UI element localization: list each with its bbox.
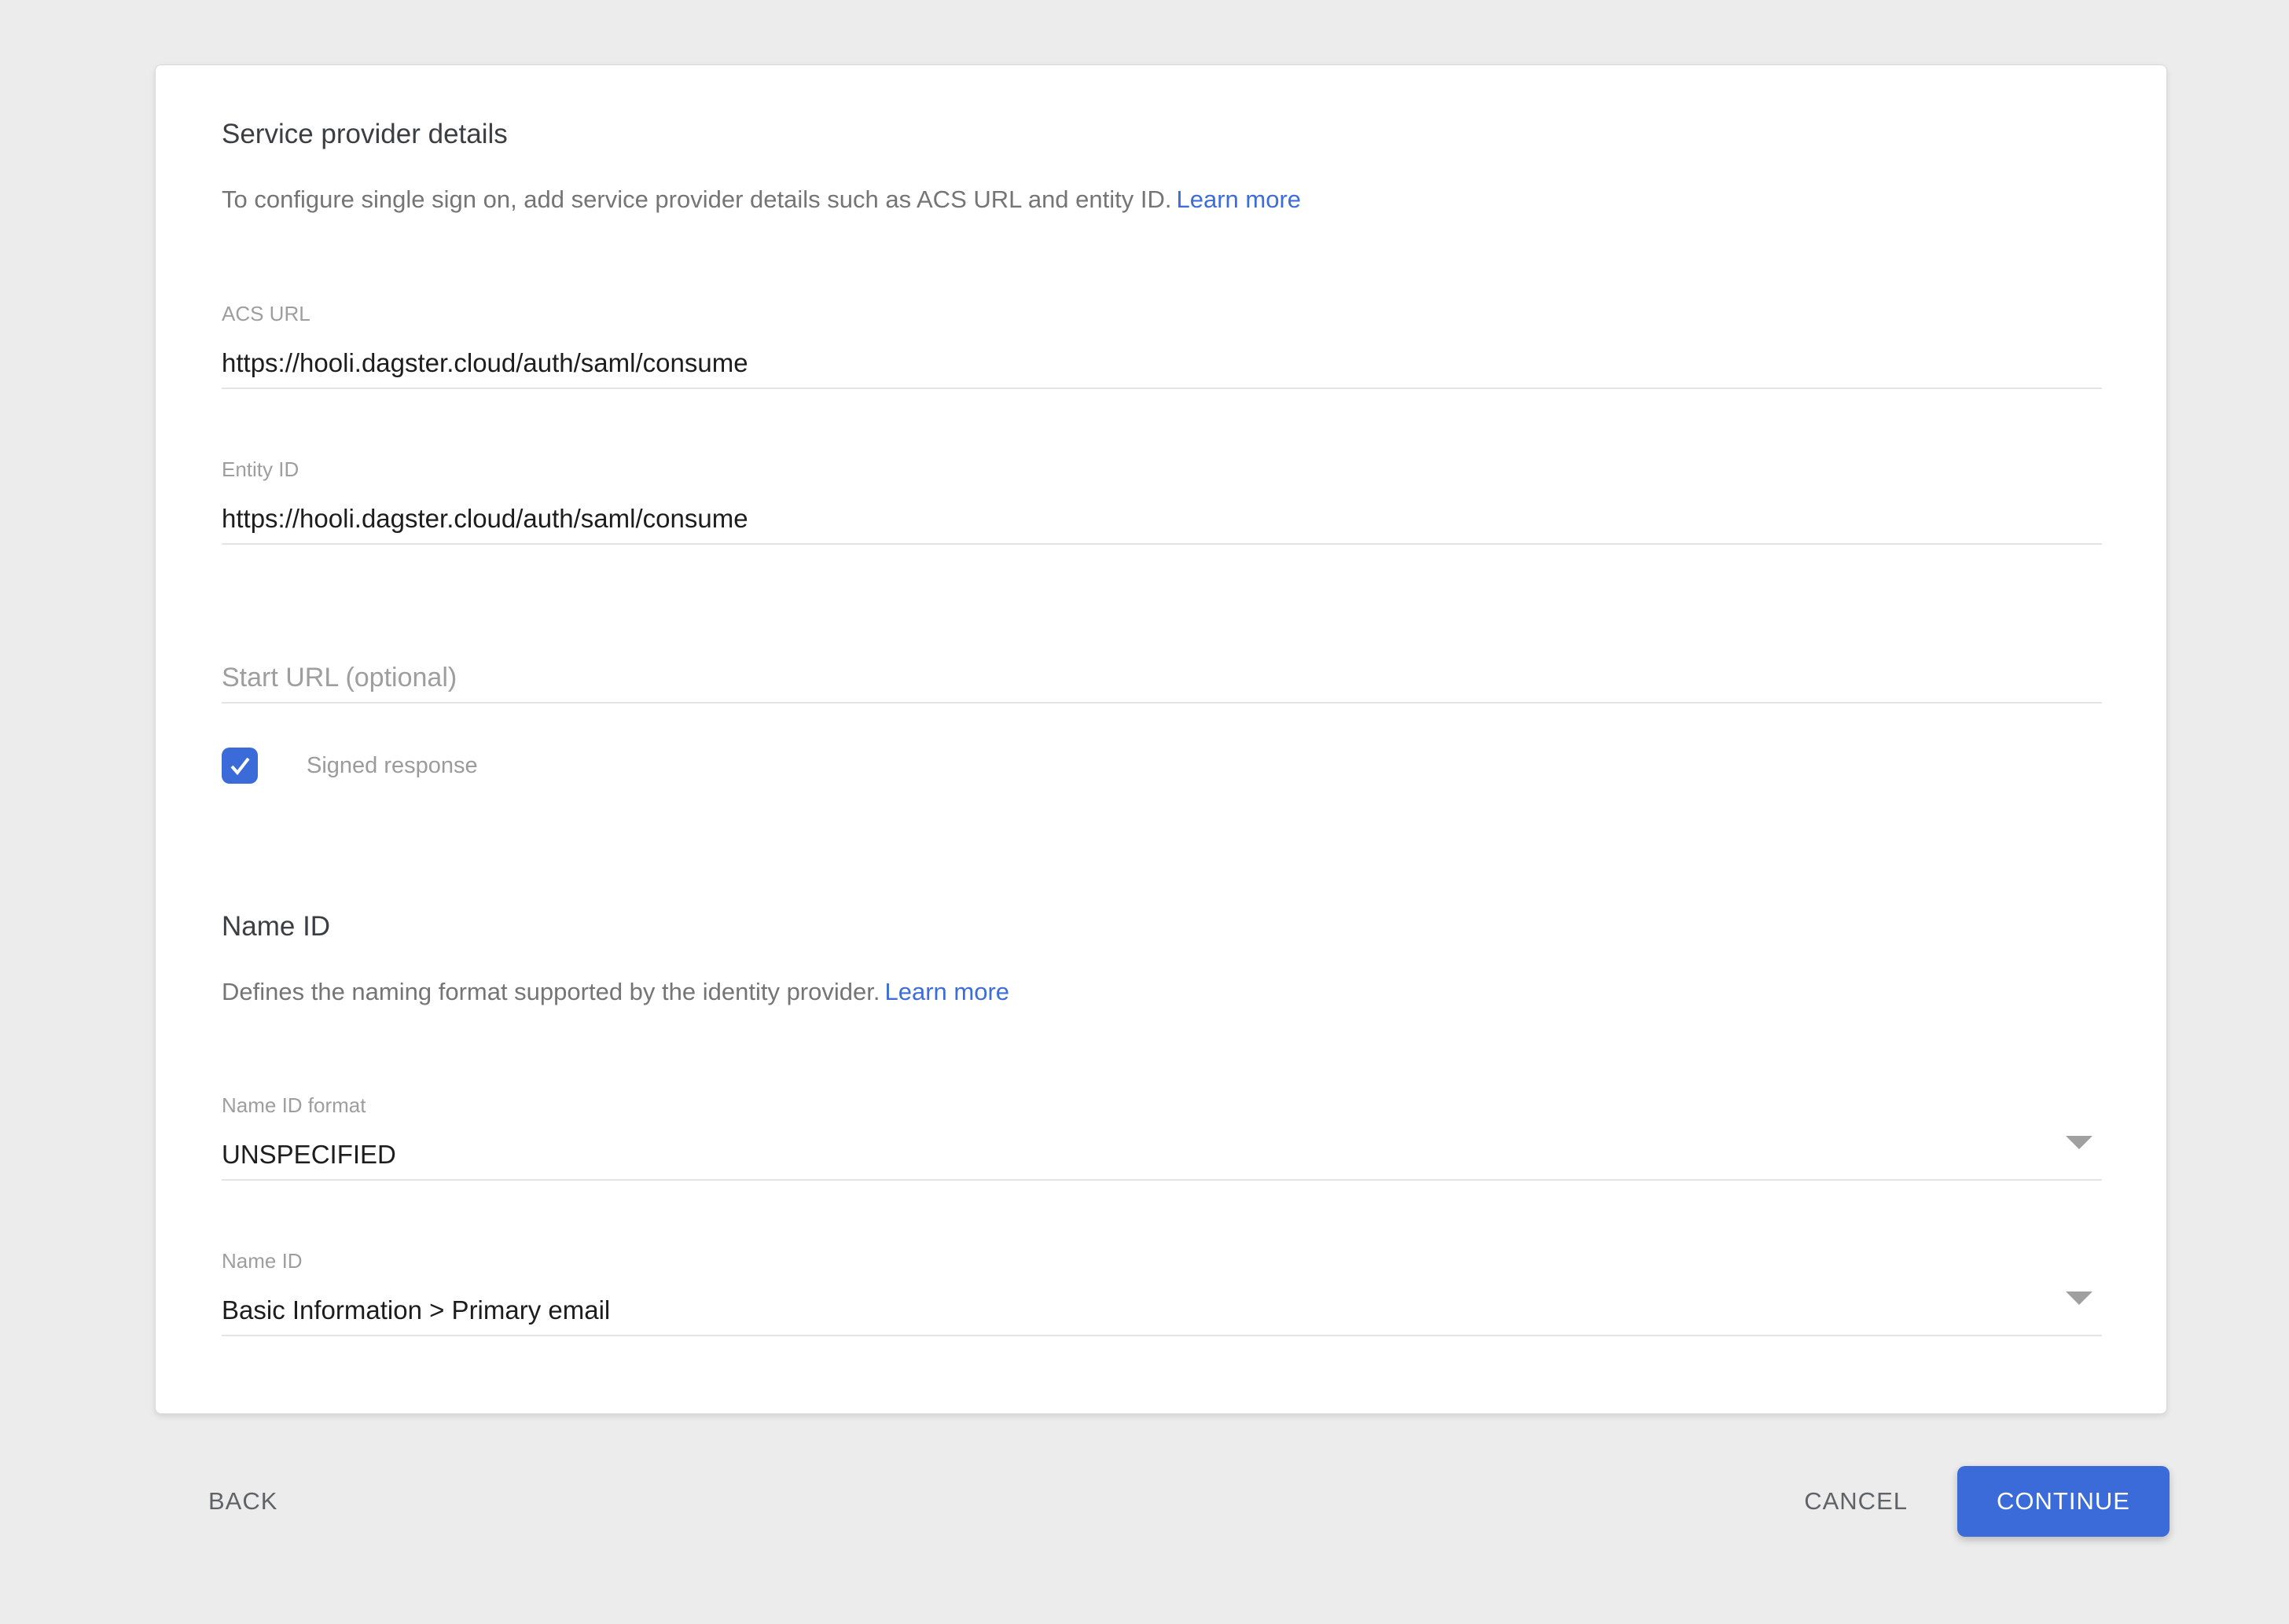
name-id-section-description: Defines the naming format supported by t… [222,976,1009,1009]
card-description: To configure single sign on, add service… [222,183,1301,216]
acs-url-field: ACS URL [222,301,2102,389]
back-button[interactable]: BACK [200,1476,285,1527]
name-id-label: Name ID [222,1248,2102,1273]
start-url-input[interactable] [222,661,2102,704]
name-id-section-title: Name ID [222,909,330,944]
acs-url-input[interactable] [222,347,2102,389]
name-id-learn-more-link[interactable]: Learn more [884,978,1009,1005]
arrow-drop-down-icon[interactable] [2066,1291,2092,1305]
name-id-format-label: Name ID format [222,1093,2102,1118]
cancel-button[interactable]: CANCEL [1796,1476,1916,1527]
continue-button[interactable]: CONTINUE [1957,1466,2170,1537]
check-icon [227,753,252,778]
card-title: Service provider details [222,117,508,152]
card-description-text: To configure single sign on, add service… [222,186,1172,213]
name-id-format-value[interactable] [222,1138,2102,1181]
name-id-value[interactable] [222,1294,2102,1336]
start-url-field [222,661,2102,704]
acs-url-label: ACS URL [222,301,2102,326]
arrow-drop-down-icon[interactable] [2066,1136,2092,1149]
name-id-select[interactable]: Name ID [222,1248,2102,1336]
service-provider-details-card: Service provider details To configure si… [155,64,2167,1414]
entity-id-field: Entity ID [222,457,2102,545]
signed-response-label: Signed response [307,753,478,779]
entity-id-label: Entity ID [222,457,2102,482]
signed-response-row: Signed response [222,748,478,784]
signed-response-checkbox[interactable] [222,748,258,784]
name-id-section-description-text: Defines the naming format supported by t… [222,978,880,1005]
entity-id-input[interactable] [222,502,2102,545]
learn-more-link[interactable]: Learn more [1177,186,1302,213]
name-id-format-select[interactable]: Name ID format [222,1093,2102,1181]
